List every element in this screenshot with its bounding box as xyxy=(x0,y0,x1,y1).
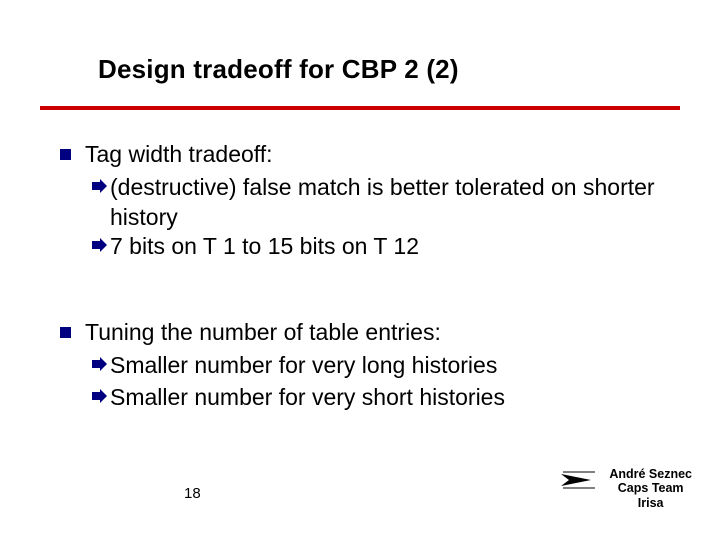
arrow-icon xyxy=(90,234,108,263)
sub-bullet-text: 7 bits on T 1 to 15 bits on T 12 xyxy=(110,232,419,261)
author-name: André Seznec xyxy=(609,467,692,481)
title-underline xyxy=(40,106,680,110)
slide-body: Tag width tradeoff: (destructive) false … xyxy=(60,140,670,414)
sub-bullet-text: Smaller number for very short histories xyxy=(110,383,505,412)
footer-logo-icon xyxy=(561,470,595,490)
bullet-item: Tuning the number of table entries: xyxy=(60,318,670,347)
bullet-item: Tag width tradeoff: xyxy=(60,140,670,169)
arrow-icon xyxy=(90,175,108,204)
bullet-text: Tag width tradeoff: xyxy=(85,140,273,169)
sub-bullet-item: Smaller number for very long histories xyxy=(90,351,670,382)
slide-footer: 18 André Seznec Caps Team Irisa xyxy=(0,456,720,516)
arrow-icon xyxy=(90,385,108,414)
sub-bullet-item: Smaller number for very short histories xyxy=(90,383,670,414)
square-bullet-icon xyxy=(60,149,71,160)
author-team: Caps Team xyxy=(609,481,692,495)
author-org: Irisa xyxy=(609,496,692,510)
sub-bullet-text: Smaller number for very long histories xyxy=(110,351,497,380)
sub-bullet-item: 7 bits on T 1 to 15 bits on T 12 xyxy=(90,232,670,263)
bullet-text: Tuning the number of table entries: xyxy=(85,318,441,347)
page-number: 18 xyxy=(184,485,201,502)
author-block: André Seznec Caps Team Irisa xyxy=(609,467,692,510)
arrow-icon xyxy=(90,353,108,382)
sub-bullet-text: (destructive) false match is better tole… xyxy=(110,173,670,232)
sub-bullet-item: (destructive) false match is better tole… xyxy=(90,173,670,232)
slide-title: Design tradeoff for CBP 2 (2) xyxy=(98,54,459,85)
square-bullet-icon xyxy=(60,327,71,338)
slide: Design tradeoff for CBP 2 (2) Tag width … xyxy=(0,0,720,540)
